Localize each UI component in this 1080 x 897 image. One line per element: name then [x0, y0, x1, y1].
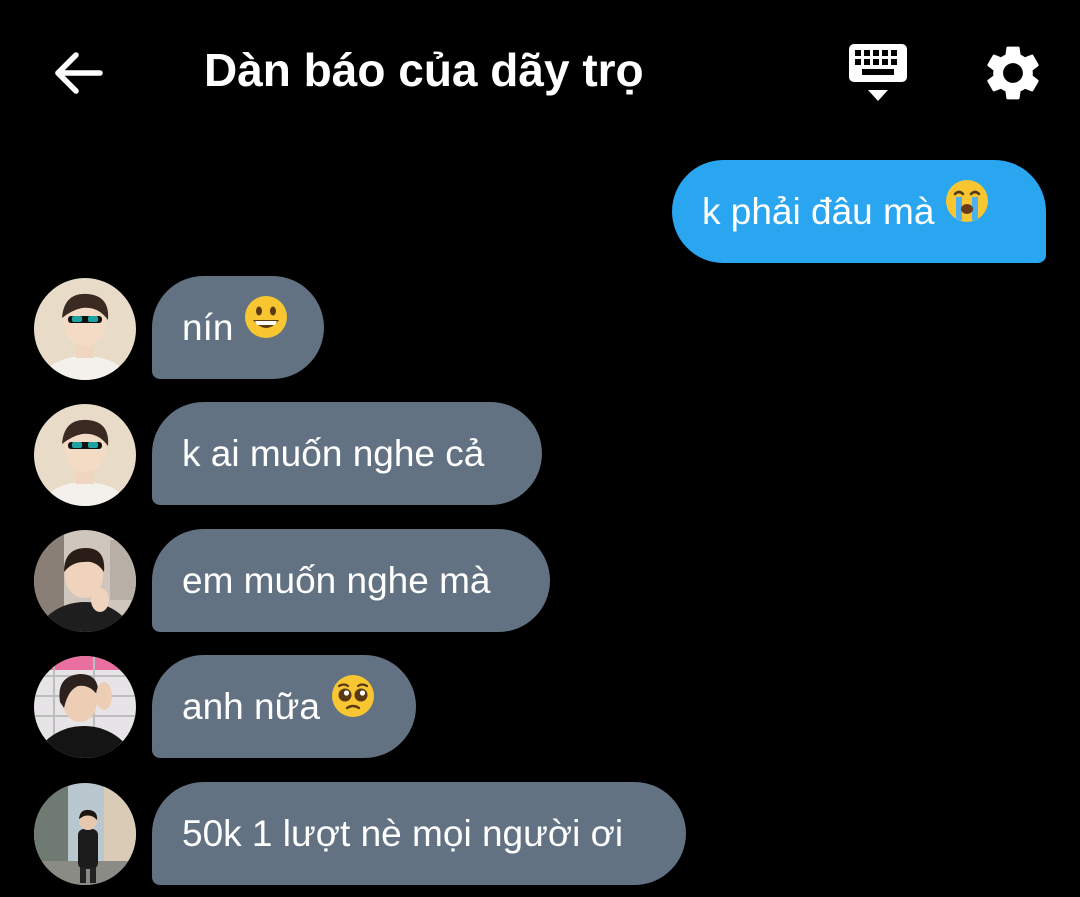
message-bubble-incoming[interactable]: k ai muốn nghe cả	[152, 402, 542, 505]
grinning-face-icon	[243, 276, 289, 379]
message-text: anh nữa	[182, 686, 320, 727]
keyboard-button[interactable]	[846, 40, 910, 106]
chat-header: Dàn báo của dãy trọ	[0, 0, 1080, 140]
chat-title: Dàn báo của dãy trọ	[204, 44, 644, 96]
avatar-user-1[interactable]	[34, 404, 136, 506]
gear-icon	[987, 46, 1039, 100]
message-text: em muốn nghe mà	[182, 560, 491, 601]
message-text: 50k 1 lượt nè mọi người ơi	[182, 813, 624, 854]
message-bubble-incoming[interactable]: em muốn nghe mà	[152, 529, 550, 632]
arrow-left-icon	[55, 52, 103, 94]
back-button[interactable]	[48, 42, 110, 104]
avatar-user-1[interactable]	[34, 278, 136, 380]
message-bubble-incoming[interactable]: nín	[152, 276, 324, 379]
message-text: k phải đâu mà	[702, 191, 935, 232]
message-bubble-outgoing[interactable]: k phải đâu mà	[672, 160, 1046, 263]
avatar-user-2[interactable]	[34, 530, 136, 632]
message-bubble-incoming[interactable]: anh nữa	[152, 655, 416, 758]
settings-button[interactable]	[980, 40, 1046, 106]
message-text: k ai muốn nghe cả	[182, 433, 485, 474]
message-text: nín	[182, 307, 234, 348]
pleading-face-icon	[330, 655, 376, 758]
message-bubble-incoming[interactable]: 50k 1 lượt nè mọi người ơi	[152, 782, 686, 885]
loudly-crying-face-icon	[944, 160, 990, 263]
avatar-user-4[interactable]	[34, 783, 136, 885]
avatar-user-3[interactable]	[34, 656, 136, 758]
keyboard-icon	[849, 44, 907, 101]
